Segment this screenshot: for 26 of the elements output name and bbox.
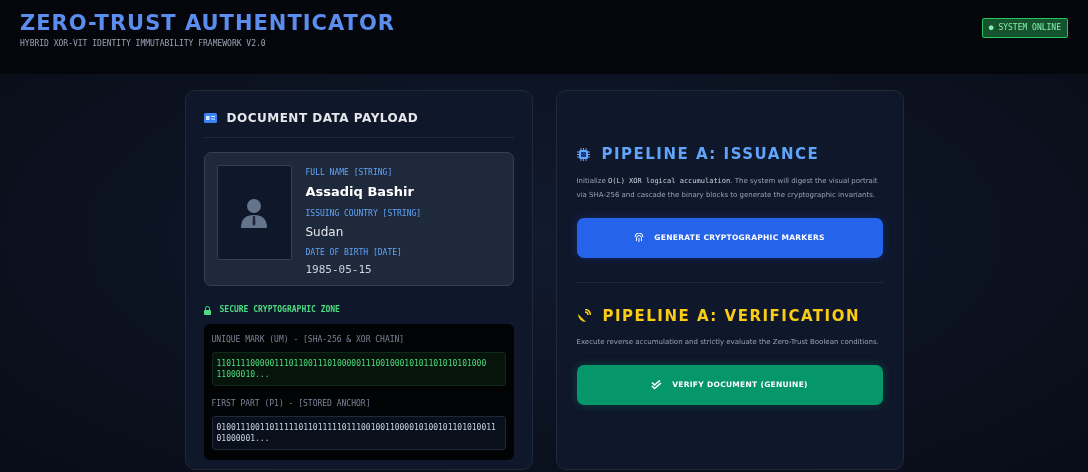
field-label: DATE OF BIRTH [DATE] [305,246,403,259]
satellite-dish-icon [576,308,591,323]
hash-line: 0100111001101111101101111101110010011000010100101101010011 [216,422,496,433]
status-badge: ● SYSTEM ONLINE [981,18,1068,38]
app-title: ZERO-TRUST AUTHENTICATOR [20,10,395,36]
chip-icon [576,147,590,161]
hash-label: UNIQUE MARK (UM) - [SHA-256 & XOR CHAIN] [211,334,406,346]
field-label: ISSUING COUNTRY [STRING] [305,207,422,220]
hash-line: 01000001... [216,433,270,444]
full-name-value: Assadiq Bashir [305,183,415,201]
fingerprint-icon [634,232,645,243]
field-value: 1985-05-15 [305,261,373,278]
zone-title: SECURE CRYPTOGRAPHIC ZONE [219,304,340,316]
hash-label: FIRST PART (P1) - [STORED ANCHOR] [211,398,372,410]
hash-line: 11000010... [216,369,270,380]
panel-title: DOCUMENT DATA PAYLOAD [226,110,419,127]
double-check-icon [651,380,663,390]
id-card-icon [203,113,217,123]
app-subtitle: HYBRID XOR-VIT IDENTITY IMMUTABILITY FRAMEWORK V2.0 [20,38,267,50]
person-icon [241,197,267,228]
hash-line: 11011110000011101100111010000011100100010101101010101000 [216,358,487,369]
field-label: FULL NAME [STRING] [305,167,394,179]
field-value: Sudan [305,223,345,241]
pipeline-title: PIPELINE A: VERIFICATION [602,305,860,327]
pipeline-title: PIPELINE A: ISSUANCE [601,144,820,165]
lock-icon [203,305,211,315]
